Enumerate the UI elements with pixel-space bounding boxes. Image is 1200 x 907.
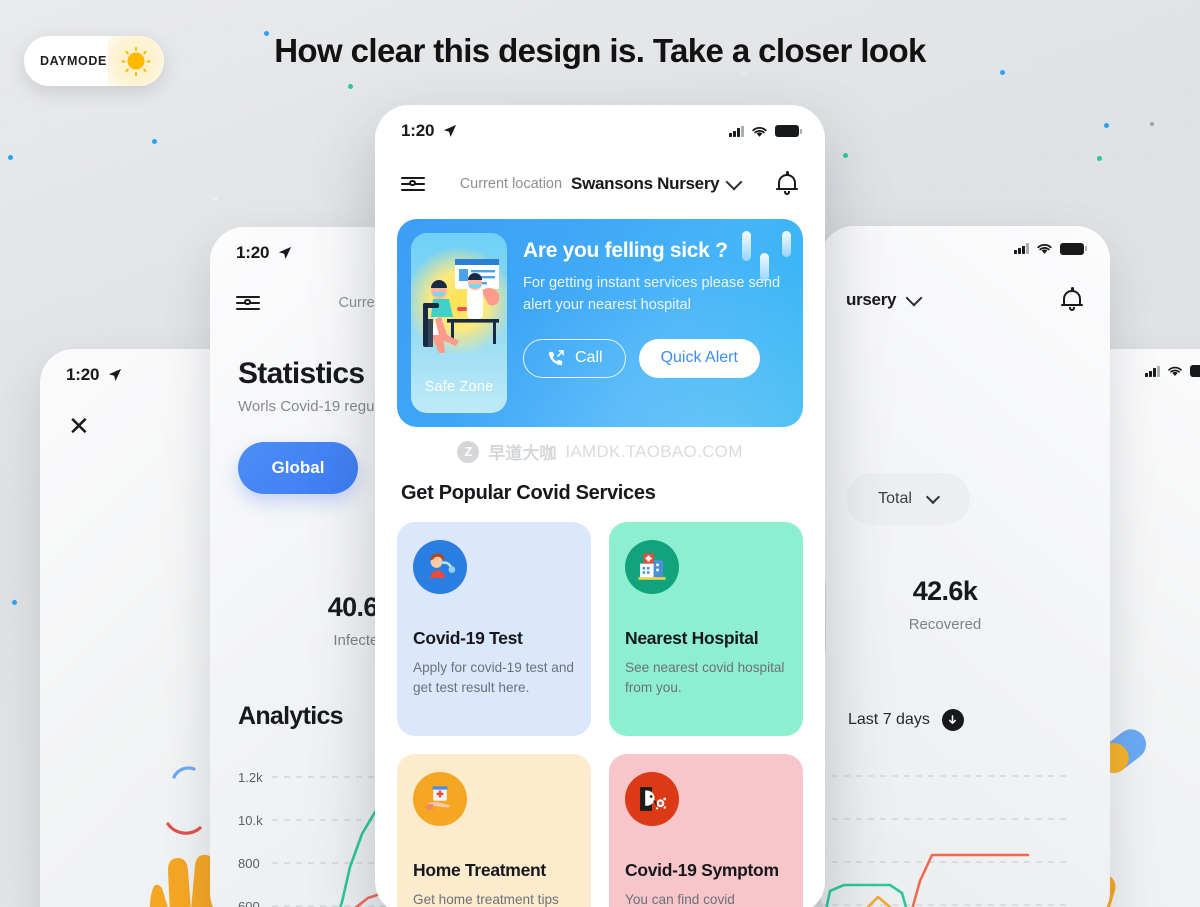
filter-settings-icon[interactable] (236, 295, 260, 311)
decor-dot (1000, 70, 1005, 75)
section-title: Get Popular Covid Services (401, 482, 656, 504)
service-description: You can find covid (625, 892, 735, 907)
status-time-wrap: 1:20 (66, 365, 122, 385)
doctor-patient-illustration (423, 259, 500, 353)
first-aid-hand-icon (413, 772, 467, 826)
coughing-person-icon (625, 772, 679, 826)
service-card[interactable]: Nearest Hospital See nearest covid hospit… (609, 522, 803, 736)
safe-zone-label: Safe Zone (424, 379, 494, 395)
service-card[interactable]: Covid-19 Symptom You can find covid (609, 754, 803, 907)
location-name: Swansons Nursery (571, 174, 720, 193)
status-icons (1145, 365, 1200, 377)
wifi-icon (752, 126, 767, 137)
location-name-partial: ursery (846, 290, 897, 309)
sick-alert-card: Safe Zone Are you felling sick ? For get… (397, 219, 803, 427)
navigation-arrow-icon (444, 124, 457, 137)
status-icons (1014, 242, 1087, 255)
decor-dot (152, 139, 157, 144)
status-time: 1:20 (401, 121, 435, 140)
call-label: Call (575, 349, 603, 367)
analytics-chart (820, 761, 1110, 907)
battery-full-icon (1190, 365, 1200, 377)
phone-outgoing-icon (546, 349, 565, 368)
status-time-wrap: 1:20 (401, 121, 457, 141)
status-bar (820, 226, 1110, 255)
decor-dot (348, 84, 353, 89)
decor-dot (1150, 122, 1154, 126)
cellular-bars-icon (1145, 365, 1160, 377)
quick-alert-button[interactable]: Quick Alert (638, 338, 760, 378)
location-caption: Current location (459, 176, 563, 192)
service-name: Covid-19 Symptom (625, 860, 779, 880)
cellular-bars-icon (729, 125, 744, 137)
chevron-down-icon (925, 489, 940, 504)
service-card[interactable]: Home Treatment Get home treatment tips (397, 754, 591, 907)
hospital-building-icon (625, 540, 679, 594)
watermark-badge: Z (457, 440, 480, 463)
page-title: How clear this design is. Take a closer … (274, 32, 926, 69)
call-button[interactable]: Call (523, 338, 626, 378)
wifi-icon (1168, 366, 1182, 376)
wifi-icon (1037, 243, 1052, 254)
bell-notification-icon[interactable] (1060, 287, 1084, 313)
battery-full-icon (775, 125, 802, 137)
decor-dot (8, 155, 13, 160)
chevron-down-icon[interactable] (905, 289, 923, 306)
services-grid: Covid-19 Test Apply for covid-19 test and… (397, 522, 803, 907)
status-icons (729, 125, 802, 138)
watermark-url: IAMDK.TAOBAO.COM (565, 441, 743, 461)
service-name: Home Treatment (413, 860, 546, 880)
alert-title: Are you felling sick ? (523, 239, 728, 262)
location-selector[interactable]: Current location Swansons Nursery (459, 173, 743, 194)
nasal-swab-test-icon (413, 540, 467, 594)
status-time: 1:20 (236, 243, 270, 262)
period-selector[interactable]: Last 7 days (848, 709, 964, 731)
chevron-down-icon (725, 173, 743, 190)
decor-dot (1104, 123, 1109, 128)
service-description: Get home treatment tips (413, 892, 559, 907)
navigation-arrow-icon (279, 246, 292, 259)
app-header: Current location Swansons Nursery (375, 141, 825, 197)
service-description: Apply for covid-19 test and get test res… (413, 660, 574, 696)
alert-actions: Call Quick Alert (523, 338, 789, 378)
decor-dot (1097, 156, 1102, 161)
navigation-arrow-icon (109, 368, 122, 381)
range-total-label: Total (878, 490, 912, 507)
service-name: Nearest Hospital (625, 628, 759, 648)
bell-notification-icon[interactable] (775, 171, 799, 197)
battery-full-icon (1060, 242, 1087, 255)
safe-zone-tile[interactable]: Safe Zone (411, 233, 507, 413)
download-arrow-icon[interactable] (941, 709, 964, 731)
filter-settings-icon[interactable] (401, 176, 425, 192)
service-card[interactable]: Covid-19 Test Apply for covid-19 test and… (397, 522, 591, 736)
alert-subtitle: For getting instant services please send… (523, 275, 781, 313)
period-label: Last 7 days (848, 711, 930, 728)
status-time: 1:20 (66, 365, 100, 384)
watermark-chinese: 早道大咖 (488, 444, 557, 464)
service-name: Covid-19 Test (413, 628, 523, 648)
stat-value: 42.6k (912, 576, 978, 606)
app-header: ursery (820, 255, 1110, 313)
decor-dot (12, 600, 17, 605)
phone-center-home: 1:20 Current location Swansons Nursery S… (375, 105, 825, 907)
service-description: See nearest covid hospital from you. (625, 660, 785, 696)
decor-dot (843, 153, 848, 158)
cellular-bars-icon (1014, 243, 1029, 254)
watermark: Z 早道大咖 IAMDK.TAOBAO.COM (375, 439, 825, 464)
scope-global-button[interactable]: Global (238, 442, 358, 494)
status-bar: 1:20 (375, 105, 825, 141)
range-total-button[interactable]: Total (846, 473, 970, 525)
stat-label: Recovered (908, 616, 982, 633)
status-time-wrap: 1:20 (236, 243, 292, 263)
alert-body: Are you felling sick ? For getting insta… (523, 233, 789, 413)
phone-right-statistics: ursery Total 42.6k Recovered Last 7 days (820, 226, 1110, 907)
